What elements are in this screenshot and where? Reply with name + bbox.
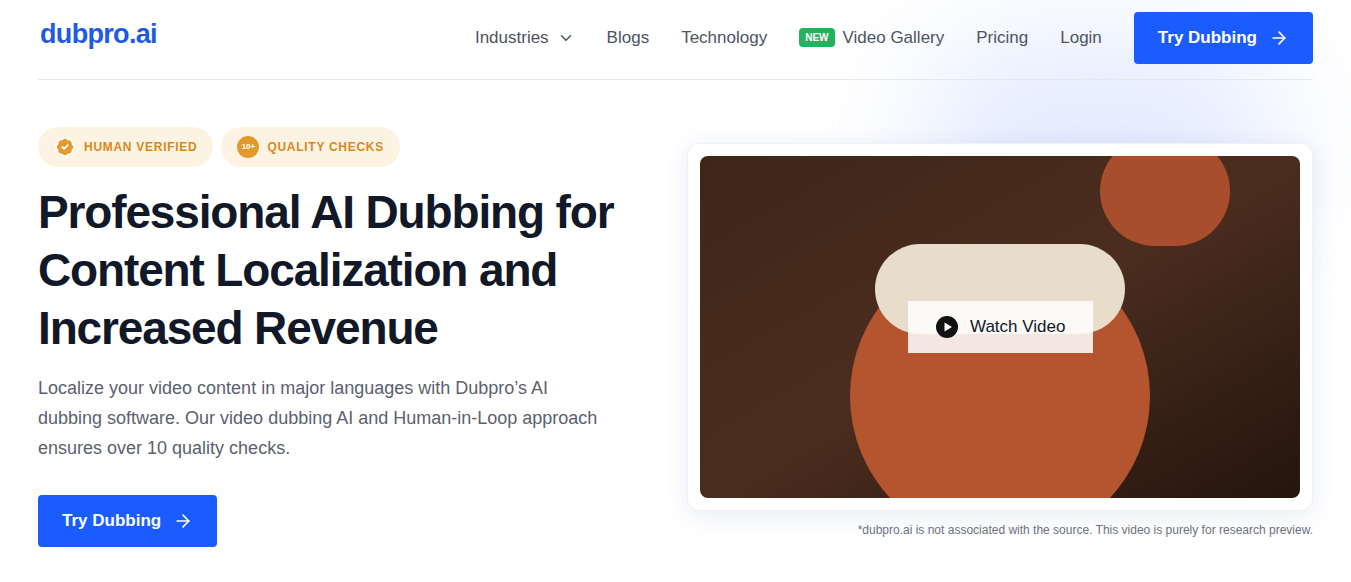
- video-disclaimer: *dubpro.ai is not associated with the so…: [858, 521, 1313, 539]
- feature-badge: HUMAN VERIFIED: [38, 127, 213, 167]
- nav-item[interactable]: Pricing: [976, 25, 1028, 51]
- nav-item[interactable]: NEWVideo Gallery: [799, 25, 944, 51]
- heading-line: Professional AI Dubbing for: [38, 183, 687, 241]
- nav-menu: Industries Blogs Technology NEWVideo Galler…: [475, 12, 1313, 68]
- heading-line: Increased Revenue: [38, 299, 687, 357]
- feature-badge-label: QUALITY CHECKS: [267, 138, 384, 156]
- feature-badge: 10+ QUALITY CHECKS: [221, 127, 400, 167]
- feature-badge-label: HUMAN VERIFIED: [84, 138, 197, 156]
- hero-heading: Professional AI Dubbing forContent Local…: [38, 183, 687, 357]
- small-bowl-shape: [1100, 156, 1230, 246]
- nav-item[interactable]: Industries: [475, 25, 575, 51]
- arrow-right-icon: [173, 511, 193, 531]
- video-card: Watch Video: [687, 143, 1313, 511]
- video-thumbnail[interactable]: Watch Video: [700, 156, 1300, 498]
- badge-row: HUMAN VERIFIED 10+ QUALITY CHECKS: [38, 127, 687, 167]
- watch-video-button[interactable]: Watch Video: [908, 301, 1093, 353]
- hero-description: Localize your video content in major lan…: [38, 373, 598, 463]
- nav-item[interactable]: Technology: [681, 25, 767, 51]
- page: dubpro.ai Industries Blogs Technology NEWVid…: [0, 0, 1351, 582]
- heading-line: Content Localization and: [38, 241, 687, 299]
- top-nav: dubpro.ai Industries Blogs Technology NEWVid…: [38, 0, 1313, 80]
- nav-item[interactable]: Login: [1060, 25, 1102, 51]
- video-section: Watch Video *dubpro.ai is not associated …: [687, 80, 1313, 539]
- arrow-right-icon: [1269, 28, 1289, 48]
- logo[interactable]: dubpro.ai: [38, 14, 157, 65]
- try-dubbing-hero-button[interactable]: Try Dubbing: [38, 495, 217, 547]
- try-dubbing-nav-button[interactable]: Try Dubbing: [1134, 12, 1313, 64]
- chevron-down-icon: [557, 29, 575, 47]
- new-badge: NEW: [799, 28, 834, 47]
- count-circle-icon: 10+: [237, 136, 259, 158]
- hero: HUMAN VERIFIED 10+ QUALITY CHECKS Professio…: [38, 80, 1313, 547]
- verified-check-icon: [54, 136, 76, 158]
- hero-text: HUMAN VERIFIED 10+ QUALITY CHECKS Professio…: [38, 80, 687, 547]
- play-icon: [936, 316, 958, 338]
- nav-item[interactable]: Blogs: [607, 25, 650, 51]
